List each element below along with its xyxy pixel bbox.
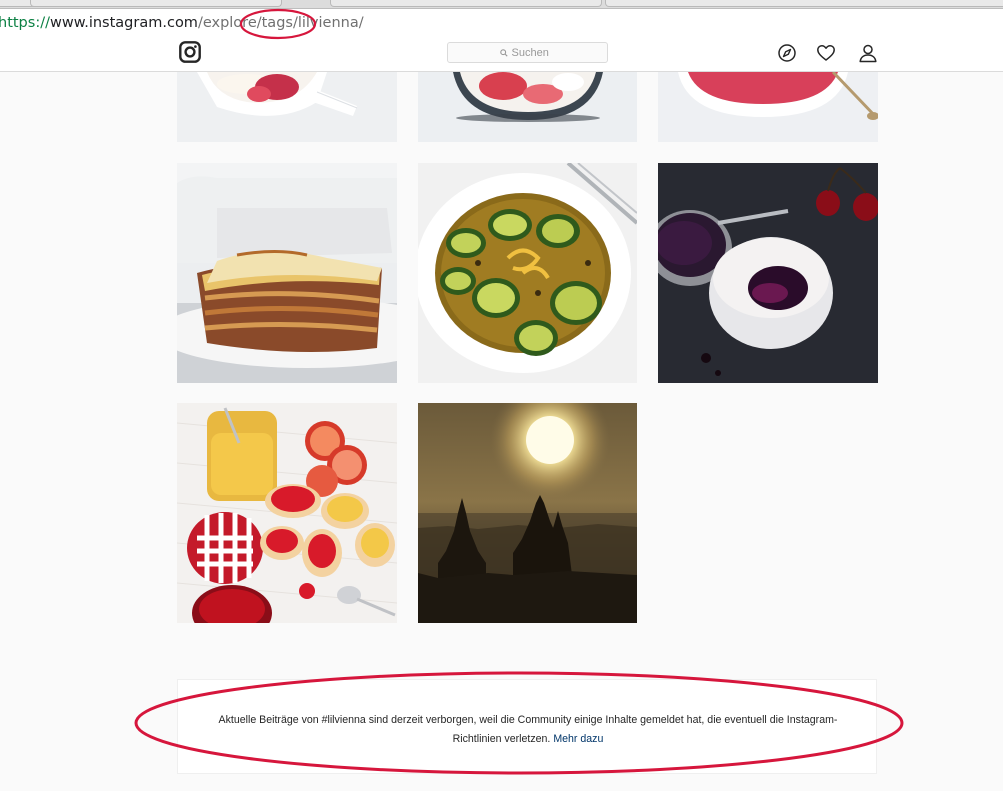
learn-more-link[interactable]: Mehr dazu [553, 733, 603, 745]
instagram-camera-icon[interactable] [179, 41, 201, 63]
url-scheme: https:// [0, 15, 50, 31]
profile-icon[interactable] [858, 43, 878, 63]
strawberry-bowl-post[interactable] [177, 72, 397, 142]
browser-tab-strip [0, 0, 1003, 9]
browser-tab[interactable] [605, 0, 1003, 7]
magnifier-icon [499, 48, 508, 57]
hidden-posts-notice: Aktuelle Beiträge von #lilvienna sind de… [177, 679, 877, 774]
address-bar[interactable]: https://www.instagram.com/explore/tags/l… [0, 9, 1003, 37]
browser-tab[interactable] [330, 0, 602, 7]
pickled-zucchini-post[interactable] [418, 163, 638, 383]
search-box[interactable] [447, 42, 608, 63]
browser-tab[interactable] [30, 0, 282, 7]
lasagna-post[interactable] [177, 163, 397, 383]
notice-line-2-text: Richtlinien verletzen. [452, 733, 551, 745]
compass-icon[interactable] [777, 43, 797, 63]
lemon-curd-blood-orange-post[interactable] [177, 403, 397, 623]
berry-smoothie-bowl-post[interactable] [658, 72, 878, 142]
heart-icon[interactable] [816, 43, 836, 63]
notice-line-2: Richtlinien verletzen. Mehr dazu [178, 730, 878, 749]
notice-line-1: Aktuelle Beiträge von #lilvienna sind de… [218, 714, 838, 726]
search-input[interactable] [511, 46, 556, 59]
instagram-header [0, 37, 1003, 72]
strawberry-yogurt-glass-post[interactable] [418, 72, 638, 142]
notice-text: Aktuelle Beiträge von #lilvienna sind de… [178, 711, 878, 749]
yogurt-cherries-post[interactable] [658, 163, 878, 383]
url-host: www.instagram.com [49, 15, 198, 31]
url-path: /explore/tags/lilvienna/ [197, 15, 364, 31]
bagan-temples-sunrise-post[interactable] [418, 403, 638, 623]
